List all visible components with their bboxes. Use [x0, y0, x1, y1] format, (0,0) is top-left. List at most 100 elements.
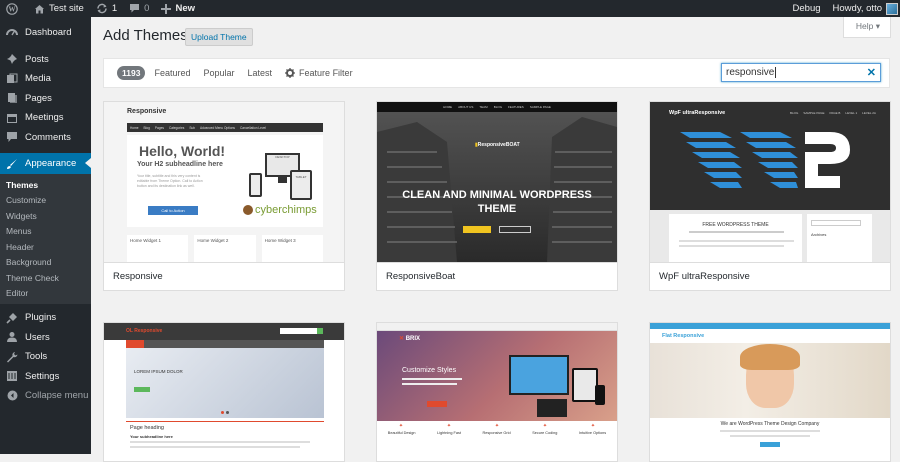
shot-heading: Page heading [130, 425, 164, 431]
menu-tools[interactable]: Tools [0, 347, 91, 367]
tab-latest[interactable]: Latest [248, 68, 273, 78]
settings-sliders-icon [5, 369, 19, 383]
help-tab-button[interactable]: Help ▾ [842, 17, 891, 38]
menu-posts[interactable]: Posts [0, 50, 91, 70]
menu-label: Meetings [25, 112, 64, 124]
theme-screenshot[interactable]: Responsive Home Blog Pages Categories Sub Adv… [104, 102, 344, 262]
menu-label: Media [25, 73, 51, 85]
dashboard-icon [5, 26, 19, 40]
shot-hero: LOREM IPSUM DOLOR [134, 369, 183, 374]
calendar-icon [5, 111, 19, 125]
theme-card[interactable]: ✕ BRIX Customize Styles Beautiful Design… [376, 322, 618, 462]
theme-name: WpF ultraResponsive [650, 262, 890, 290]
gear-icon [285, 68, 296, 78]
submenu-themes[interactable]: Themes [0, 177, 91, 193]
theme-search-input[interactable]: responsive ✕ [721, 63, 881, 82]
collapse-menu-button[interactable]: Collapse menu [0, 386, 91, 406]
menu-appearance[interactable]: Appearance [0, 153, 91, 174]
new-content-link[interactable]: New [155, 0, 201, 17]
tab-popular[interactable]: Popular [203, 68, 234, 78]
feature-filter-button[interactable]: Feature Filter [285, 68, 353, 78]
feature-filter-label: Feature Filter [299, 68, 353, 78]
shot-tagline: We are WordPress Theme Design Company [720, 421, 820, 427]
menu-pages[interactable]: Pages [0, 89, 91, 109]
tab-featured[interactable]: Featured [154, 68, 190, 78]
plus-icon [161, 3, 172, 14]
shot-post-title: FREE WORDPRESS THEME [702, 222, 769, 228]
menu-label: Comments [25, 131, 71, 143]
theme-card[interactable]: OL Responsive LOREM IPSUM DOLOR Page hea… [103, 322, 345, 462]
submenu-menus[interactable]: Menus [0, 224, 91, 240]
theme-screenshot[interactable]: WpF ultraResponsive BLOG SAMPLE PAGE PAGE … [650, 102, 890, 262]
main-content: Help ▾ Add Themes Upload Theme 1193 Feat… [91, 17, 900, 462]
submenu-theme-check[interactable]: Theme Check [0, 270, 91, 286]
shot-brand: ▮ResponsiveBOAT [475, 142, 520, 148]
updates-count: 1 [111, 3, 118, 14]
svg-text:W: W [9, 5, 16, 13]
search-value: responsive [726, 67, 775, 78]
pages-icon [5, 91, 19, 105]
shot-cta: Call to Action [148, 206, 198, 215]
admin-bar: W Test site 1 0 New Debug Howdy, otto [0, 0, 900, 17]
menu-settings[interactable]: Settings [0, 367, 91, 387]
comments-link[interactable]: 0 [123, 0, 155, 17]
howdy-label: Howdy, otto [832, 3, 882, 14]
theme-screenshot[interactable]: OL Responsive LOREM IPSUM DOLOR Page hea… [104, 323, 344, 461]
wpf-logo-icon [680, 132, 850, 188]
shot-brand: Responsive [127, 108, 167, 115]
submenu-background[interactable]: Background [0, 255, 91, 271]
menu-media[interactable]: Media [0, 69, 91, 89]
new-label: New [175, 3, 195, 14]
upload-theme-button[interactable]: Upload Theme [185, 28, 253, 46]
site-name: Test site [49, 3, 84, 14]
theme-card-responsiveboat[interactable]: HOME ABOUT US TEAM BLOG FEATURES SAMPLE PAGE … [376, 101, 618, 291]
menu-users[interactable]: Users [0, 328, 91, 348]
avatar [886, 2, 898, 15]
theme-screenshot[interactable]: ✕ BRIX Customize Styles Beautiful Design… [377, 323, 617, 461]
menu-plugins[interactable]: Plugins [0, 308, 91, 328]
menu-comments[interactable]: Comments [0, 128, 91, 148]
menu-dashboard[interactable]: Dashboard [0, 23, 91, 43]
submenu-header[interactable]: Header [0, 239, 91, 255]
menu-label: Collapse menu [25, 390, 89, 402]
shot-brand: OL Responsive [126, 328, 163, 334]
shot-subheadline: Your H2 subheadline here [137, 161, 223, 168]
shot-headline: CLEAN AND MINIMAL WORDPRESS THEME [402, 189, 592, 215]
admin-sidebar: Dashboard Posts Media Pages Meetings Com… [0, 17, 91, 454]
menu-meetings[interactable]: Meetings [0, 108, 91, 128]
collapse-arrow-icon [5, 389, 19, 403]
plugin-icon [5, 311, 19, 325]
debug-link[interactable]: Debug [787, 0, 827, 17]
shot-sub: Your subheadline here [130, 434, 173, 439]
theme-card-responsive[interactable]: Responsive Home Blog Pages Categories Sub Adv… [103, 101, 345, 291]
wrench-icon [5, 350, 19, 364]
menu-label: Plugins [25, 312, 57, 324]
home-icon [35, 4, 44, 13]
theme-card-wpf-ultraresponsive[interactable]: WpF ultraResponsive BLOG SAMPLE PAGE PAGE … [649, 101, 891, 291]
paintbrush-icon [5, 157, 19, 171]
clear-search-icon[interactable]: ✕ [867, 66, 876, 79]
shot-headline: Hello, World! [139, 143, 226, 159]
shot-title: Customize Styles [402, 367, 457, 374]
menu-label: Dashboard [25, 27, 72, 39]
submenu-customize[interactable]: Customize [0, 193, 91, 209]
theme-screenshot[interactable]: Flat Responsive We are WordPress Theme D… [650, 323, 890, 461]
shot-archives: Archives [811, 232, 827, 237]
theme-name: Responsive [104, 262, 344, 290]
menu-label: Posts [25, 53, 49, 65]
theme-name: ResponsiveBoat [377, 262, 617, 290]
page-title: Add Themes [103, 27, 188, 44]
wordpress-logo-icon[interactable]: W [0, 0, 28, 17]
shot-brand: ✕ BRIX [399, 336, 421, 342]
updates-link[interactable]: 1 [90, 0, 123, 17]
menu-label: Tools [25, 351, 48, 363]
submenu-widgets[interactable]: Widgets [0, 208, 91, 224]
submenu-editor[interactable]: Editor [0, 286, 91, 302]
theme-screenshot[interactable]: HOME ABOUT US TEAM BLOG FEATURES SAMPLE PAGE … [377, 102, 617, 262]
shot-brand: WpF ultraResponsive [669, 110, 726, 116]
debug-label: Debug [792, 3, 821, 14]
account-menu[interactable]: Howdy, otto [827, 0, 900, 17]
menu-label: Pages [25, 92, 52, 104]
theme-card[interactable]: Flat Responsive We are WordPress Theme D… [649, 322, 891, 462]
site-name-link[interactable]: Test site [28, 0, 90, 17]
